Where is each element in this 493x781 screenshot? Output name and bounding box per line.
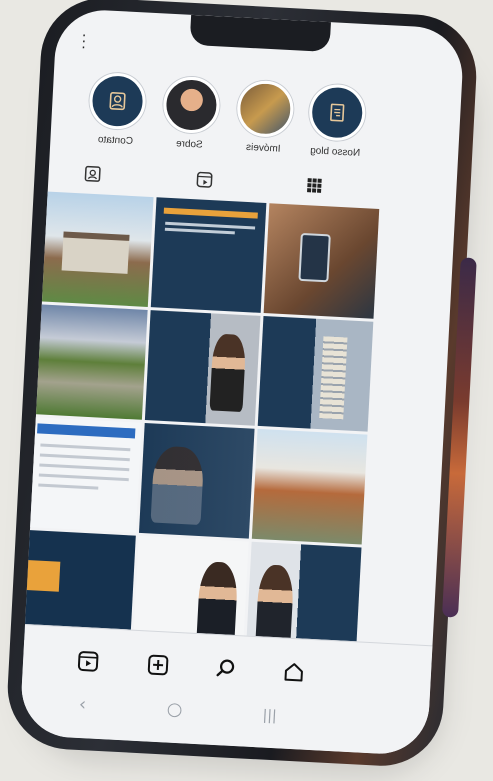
more-options-icon[interactable]: · · · <box>81 28 87 56</box>
system-back-icon[interactable]: ‹ <box>78 694 86 715</box>
property-photo <box>235 79 295 139</box>
highlight-imoveis[interactable]: Imóveis <box>232 79 298 155</box>
blog-icon <box>307 83 367 143</box>
reels-nav-icon[interactable] <box>72 646 104 678</box>
post-tile[interactable] <box>257 316 374 432</box>
post-tile[interactable] <box>150 197 267 313</box>
camera-notch <box>189 14 331 53</box>
post-tile[interactable] <box>26 417 142 533</box>
profile-photo <box>162 75 221 135</box>
post-tile[interactable] <box>138 422 255 539</box>
system-recents-icon[interactable]: ||| <box>262 708 277 725</box>
create-icon[interactable] <box>142 649 174 681</box>
highlight-label: Sobre <box>175 138 203 151</box>
phone-screen: · · · Contato Sobre Imóveis Nosso blog ‹… <box>19 7 465 757</box>
post-tile[interactable] <box>37 191 154 307</box>
home-icon[interactable] <box>278 656 310 688</box>
grid-icon[interactable] <box>300 171 329 200</box>
highlight-sobre[interactable]: Sobre <box>158 75 224 151</box>
system-home-icon[interactable]: ○ <box>166 699 183 721</box>
post-tile[interactable] <box>251 428 368 545</box>
highlight-nosso-blog[interactable]: Nosso blog <box>304 83 370 159</box>
story-highlights: Contato Sobre Imóveis Nosso blog <box>50 70 462 171</box>
highlight-label: Nosso blog <box>309 145 361 159</box>
bottom-nav: ‹ ○ ||| <box>19 623 433 757</box>
highlight-contato[interactable]: Contato <box>84 71 150 148</box>
highlight-label: Contato <box>97 134 134 147</box>
reels-icon[interactable] <box>190 165 219 194</box>
phone-frame: · · · Contato Sobre Imóveis Nosso blog ‹… <box>4 0 480 769</box>
post-grid <box>20 191 383 658</box>
tagged-icon[interactable] <box>78 159 107 188</box>
highlight-label: Imóveis <box>245 141 281 155</box>
post-tile[interactable] <box>144 310 261 426</box>
post-tile[interactable] <box>263 203 380 319</box>
search-icon[interactable] <box>210 653 242 685</box>
post-tile[interactable] <box>32 304 148 420</box>
contact-icon <box>88 71 147 131</box>
